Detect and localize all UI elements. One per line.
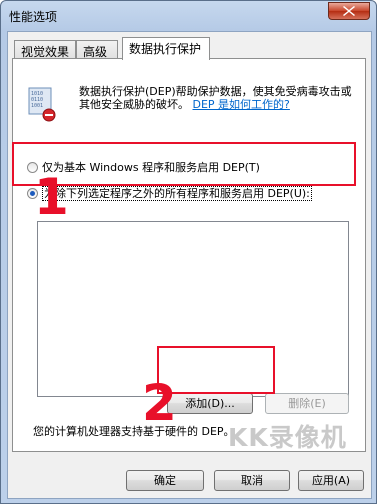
tab-advanced[interactable]: 高级 xyxy=(76,40,118,59)
radio-all-row[interactable]: 为除下列选定程序之外的所有程序和服务启用 DEP(U): xyxy=(27,185,312,201)
tab-label: 高级 xyxy=(83,45,108,59)
annotation-number-2: 2 xyxy=(142,374,177,432)
close-icon xyxy=(343,6,355,16)
hardware-dep-note: 您的计算机处理器支持基于硬件的 DEP。 xyxy=(33,425,235,438)
tab-label: 视觉效果 xyxy=(21,45,70,59)
dep-help-link[interactable]: DEP 是如何工作的? xyxy=(193,98,290,111)
tab-visual-effects[interactable]: 视觉效果 xyxy=(14,40,76,59)
radio-all-label: 为除下列选定程序之外的所有程序和服务启用 DEP(U): xyxy=(42,186,312,201)
cancel-button[interactable]: 取消 xyxy=(214,470,290,491)
tab-label: 数据执行保护 xyxy=(129,42,202,56)
watermark: KK录像机 xyxy=(228,423,347,452)
annotation-number-1: 1 xyxy=(34,168,69,226)
tab-dep[interactable]: 数据执行保护 xyxy=(122,37,210,60)
close-button[interactable] xyxy=(328,2,370,20)
svg-text:1001: 1001 xyxy=(31,103,43,109)
dep-shield-icon: 1010 0110 1001 xyxy=(28,87,56,122)
add-button[interactable]: 添加(D)... xyxy=(167,393,253,414)
title-bar[interactable]: 性能选项 xyxy=(1,1,376,31)
dep-description: 数据执行保护(DEP)帮助保护数据，使其免受病毒攻击或其他安全威胁的破坏。 DE… xyxy=(79,85,355,111)
apply-button[interactable]: 应用(A) xyxy=(298,470,364,491)
remove-button[interactable]: 删除(E) xyxy=(265,393,349,414)
window-title: 性能选项 xyxy=(9,10,58,24)
ok-button[interactable]: 确定 xyxy=(126,470,204,491)
